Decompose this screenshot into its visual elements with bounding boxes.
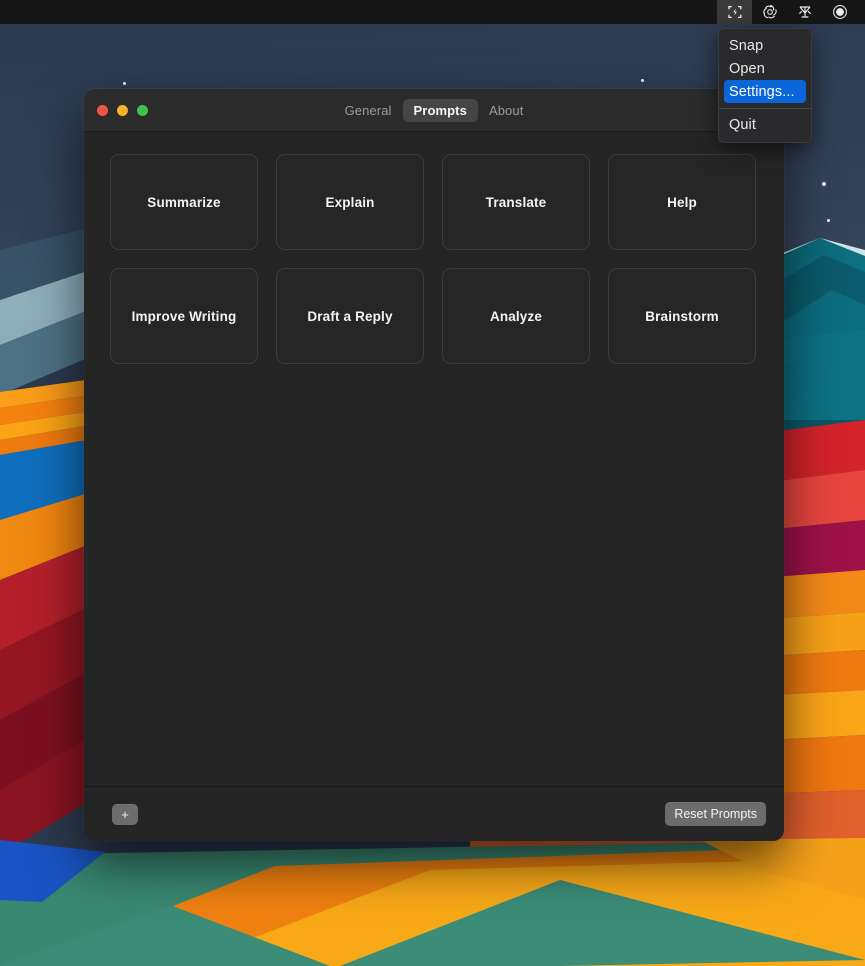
menu-item-settings[interactable]: Settings... [724, 80, 806, 103]
tab-general[interactable]: General [334, 99, 403, 122]
prompt-card[interactable]: Explain [276, 154, 424, 250]
prompt-card[interactable]: Translate [442, 154, 590, 250]
menu-bar-status-items [717, 0, 865, 24]
reset-prompts-button[interactable]: Reset Prompts [665, 802, 766, 826]
window-footer: + Reset Prompts [84, 786, 784, 841]
tab-about[interactable]: About [478, 99, 534, 122]
desktop: General Prompts About Summarize Explain … [0, 0, 865, 966]
prompts-panel: Summarize Explain Translate Help Improve… [84, 132, 784, 786]
maximize-button[interactable] [137, 104, 148, 116]
minimize-button[interactable] [117, 104, 128, 116]
star-decoration [641, 79, 644, 82]
system-menu-bar [0, 0, 865, 24]
openai-icon[interactable] [752, 0, 787, 24]
window-titlebar: General Prompts About [84, 89, 784, 132]
prompt-card[interactable]: Draft a Reply [276, 268, 424, 364]
prompt-card-grid: Summarize Explain Translate Help Improve… [110, 154, 759, 364]
snap-capture-icon[interactable] [717, 0, 752, 24]
tab-bar: General Prompts About [84, 89, 784, 131]
menu-item-quit[interactable]: Quit [719, 113, 811, 136]
prompt-card[interactable]: Analyze [442, 268, 590, 364]
prompt-card[interactable]: Help [608, 154, 756, 250]
add-prompt-button[interactable]: + [112, 803, 138, 825]
prompt-card[interactable]: Improve Writing [110, 268, 258, 364]
menu-item-snap[interactable]: Snap [719, 34, 811, 57]
close-button[interactable] [97, 104, 108, 116]
menu-item-open[interactable]: Open [719, 57, 811, 80]
snap-status-menu: Snap Open Settings... Quit [718, 28, 812, 143]
bartender-icon[interactable] [787, 0, 822, 24]
star-decoration [123, 82, 126, 85]
control-center-icon[interactable] [822, 0, 857, 24]
prompts-settings-window: General Prompts About Summarize Explain … [84, 89, 784, 841]
prompt-card[interactable]: Brainstorm [608, 268, 756, 364]
menu-separator [719, 108, 811, 109]
tab-prompts[interactable]: Prompts [402, 98, 478, 122]
prompt-card[interactable]: Summarize [110, 154, 258, 250]
star-decoration [822, 182, 826, 186]
star-decoration [827, 219, 830, 222]
window-controls [84, 104, 148, 116]
